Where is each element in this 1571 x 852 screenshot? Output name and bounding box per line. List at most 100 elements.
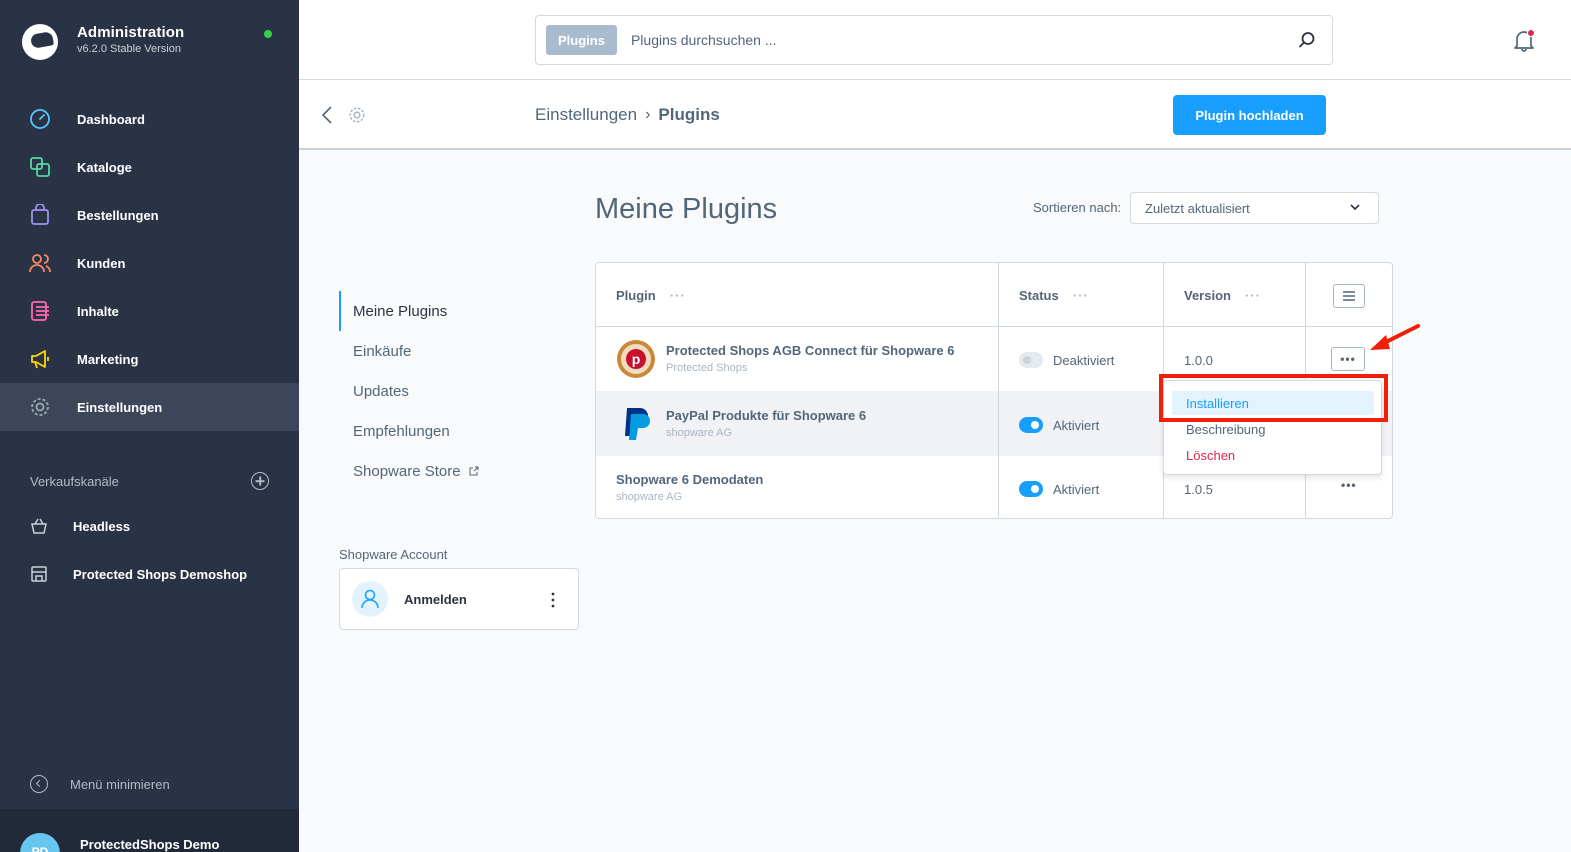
plugin-vendor: shopware AG [616, 491, 683, 503]
plugin-status: Aktiviert [1053, 418, 1100, 433]
column-menu-icon[interactable]: ··· [1245, 288, 1261, 303]
saleschannels: Verkaufskanäle Headless Protected Shops … [0, 460, 299, 598]
breadcrumb-current: Plugins [658, 105, 720, 124]
sidenav-item-my-plugins[interactable]: Meine Plugins [339, 291, 569, 331]
row-context-button[interactable]: ••• [1331, 347, 1365, 371]
app-version: v6.2.0 Stable Version [77, 43, 181, 55]
sidenav-item-label: Shopware Store [353, 462, 461, 480]
sidebar-item-catalogs[interactable]: Kataloge [0, 143, 299, 191]
sidenav-item-store[interactable]: Shopware Store [339, 451, 569, 491]
saleschannel-headless[interactable]: Headless [0, 502, 299, 550]
marketing-icon [29, 348, 51, 370]
sidenav-item-recommendations[interactable]: Empfehlungen [339, 411, 569, 451]
annotation-highlight-box [1159, 374, 1388, 422]
sidebar-item-label: Marketing [77, 351, 139, 367]
sidebar-item-label: Inhalte [77, 303, 119, 319]
upload-plugin-button[interactable]: Plugin hochladen [1173, 95, 1326, 135]
breadcrumb-item[interactable]: Einstellungen [535, 105, 637, 125]
column-settings-button[interactable] [1333, 284, 1365, 308]
saleschannels-header: Verkaufskanäle [0, 460, 299, 502]
catalog-icon [29, 156, 51, 178]
sidebar-item-label: Dashboard [77, 111, 145, 127]
sidebar-item-settings[interactable]: Einstellungen [0, 383, 299, 431]
sidebar-item-label: Einstellungen [77, 399, 163, 415]
content-icon [29, 300, 51, 322]
search-input[interactable] [630, 32, 1271, 48]
context-item-delete[interactable]: Löschen [1172, 443, 1374, 467]
external-link-icon [469, 466, 479, 476]
sort-label: Sortieren nach: [1033, 200, 1122, 215]
account-label: Shopware Account [339, 547, 448, 562]
chevron-left-icon[interactable] [320, 105, 334, 125]
main-nav: Dashboard Kataloge Bestellungen Kunden I… [0, 95, 299, 431]
plugin-sidenav: Meine Plugins Einkäufe Updates Empfehlun… [339, 291, 569, 491]
plugin-version: 1.0.5 [1184, 482, 1213, 497]
column-header-version[interactable]: Version ··· [1184, 288, 1261, 303]
saleschannel-demoshop[interactable]: Protected Shops Demoshop [0, 550, 299, 598]
add-saleschannel-icon[interactable] [251, 472, 269, 490]
plugin-status: Deaktiviert [1053, 353, 1115, 368]
login-button[interactable]: Anmelden [404, 592, 467, 607]
orders-icon [29, 204, 51, 226]
sidebar-item-dashboard[interactable]: Dashboard [0, 95, 299, 143]
shopware-logo [22, 24, 58, 60]
breadcrumb: Einstellungen › Plugins [535, 105, 720, 125]
online-status-dot [264, 30, 272, 38]
saleschannel-label: Protected Shops Demoshop [73, 566, 248, 582]
column-menu-icon[interactable]: ··· [1073, 288, 1089, 303]
search-bar: Plugins [535, 15, 1333, 65]
bell-icon[interactable] [1512, 28, 1536, 52]
account-card: Anmelden [339, 568, 579, 630]
minimize-label: Menü minimieren [70, 776, 170, 792]
plugin-active-toggle[interactable] [1019, 417, 1043, 433]
more-vertical-icon[interactable] [550, 591, 556, 609]
sidebar-item-marketing[interactable]: Marketing [0, 335, 299, 383]
protected-shops-logo-icon: p [617, 340, 655, 378]
chevron-left-icon [30, 775, 48, 793]
plugin-status: Aktiviert [1053, 482, 1100, 497]
search-type-tag[interactable]: Plugins [546, 25, 617, 55]
annotation-arrow-icon [1370, 324, 1420, 350]
plugin-name: Shopware 6 Demodaten [616, 472, 764, 487]
sidebar-item-orders[interactable]: Bestellungen [0, 191, 299, 239]
sidebar-item-customers[interactable]: Kunden [0, 239, 299, 287]
sidebar-item-label: Bestellungen [77, 207, 159, 223]
plugin-active-toggle[interactable] [1019, 481, 1043, 497]
gear-icon[interactable] [348, 106, 366, 124]
storefront-icon [31, 566, 47, 582]
minimize-menu-button[interactable]: Menü minimieren [30, 775, 170, 793]
plugin-vendor: shopware AG [666, 427, 733, 439]
column-menu-icon[interactable]: ··· [670, 288, 686, 303]
settings-icon [29, 396, 51, 418]
user-bar[interactable]: PD ProtectedShops Demo [0, 809, 299, 852]
sidebar-item-content[interactable]: Inhalte [0, 287, 299, 335]
sort-select[interactable]: Zuletzt aktualisiert [1130, 192, 1379, 224]
sidebar-item-label: Kataloge [77, 159, 132, 175]
column-header-plugin[interactable]: Plugin ··· [616, 288, 686, 303]
brand: Administration v6.2.0 Stable Version [22, 24, 184, 60]
user-icon [352, 581, 388, 617]
chevron-right-icon: › [645, 106, 651, 123]
sidenav-item-updates[interactable]: Updates [339, 371, 569, 411]
svg-text:p: p [632, 351, 641, 367]
plugin-active-toggle[interactable] [1019, 352, 1043, 368]
sidebar: Administration v6.2.0 Stable Version Das… [0, 0, 299, 852]
saleschannel-label: Headless [73, 518, 131, 534]
plugin-vendor: Protected Shops [666, 362, 748, 374]
topbar: Plugins [299, 0, 1571, 80]
user-name: ProtectedShops Demo [80, 837, 220, 852]
search-icon[interactable] [1298, 31, 1316, 49]
smartbar: Einstellungen › Plugins Plugin hochladen [299, 80, 1571, 150]
avatar: PD [20, 833, 60, 852]
customers-icon [29, 252, 51, 274]
row-context-button[interactable]: ••• [1341, 478, 1357, 492]
page-title: Meine Plugins [595, 193, 778, 225]
sidenav-item-purchases[interactable]: Einkäufe [339, 331, 569, 371]
column-header-status[interactable]: Status ··· [1019, 288, 1089, 303]
plugin-name: PayPal Produkte für Shopware 6 [666, 408, 867, 423]
dashboard-icon [29, 108, 51, 130]
headless-icon [31, 518, 47, 534]
table-header: Plugin ··· Status ··· Version ··· [596, 263, 1392, 327]
saleschannels-label: Verkaufskanäle [30, 473, 119, 489]
plugin-name: Protected Shops AGB Connect für Shopware… [666, 343, 955, 358]
